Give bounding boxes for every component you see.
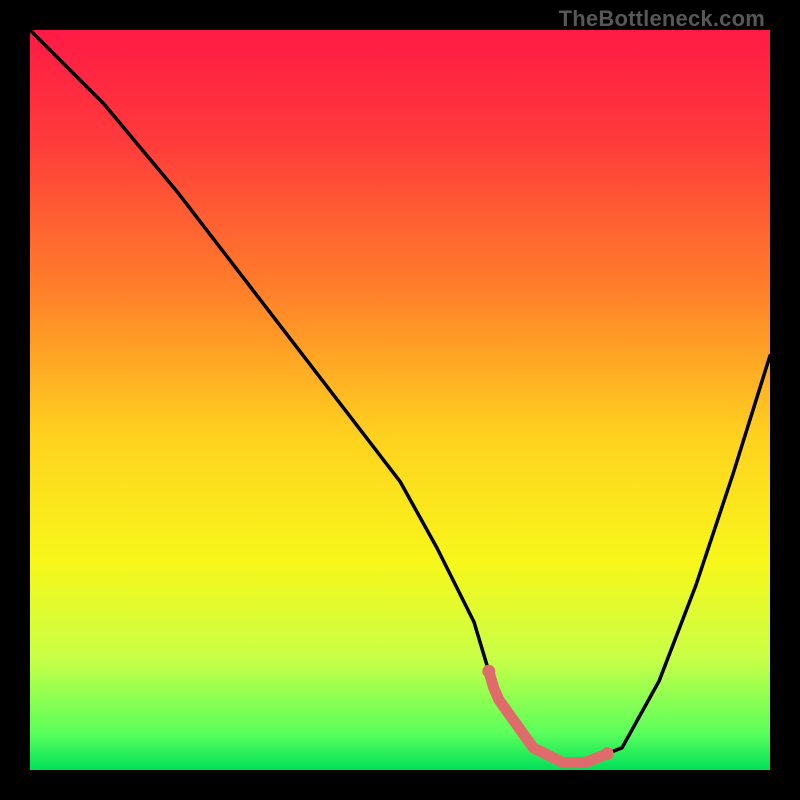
bottleneck-curve <box>30 30 770 770</box>
chart-frame <box>30 30 770 770</box>
watermark-label: TheBottleneck.com <box>559 6 765 32</box>
